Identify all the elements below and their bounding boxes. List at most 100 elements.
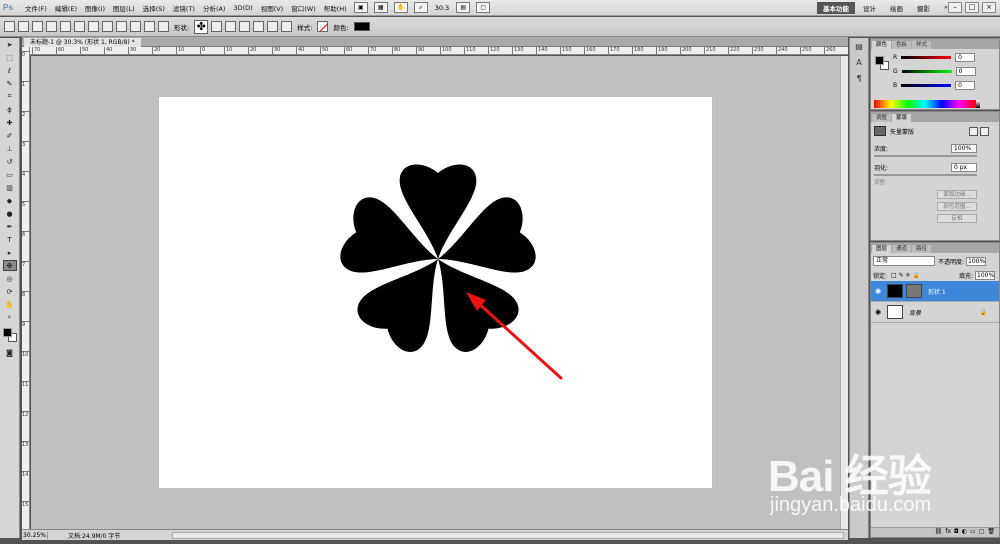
grayscale-ramp[interactable] <box>976 100 980 108</box>
tab-channels[interactable]: 通道 <box>892 245 912 253</box>
history-brush-tool-icon[interactable]: ↺ <box>3 156 17 167</box>
exclude-shape-icon[interactable] <box>267 21 279 32</box>
custom-shape-tool-icon[interactable] <box>158 21 169 32</box>
document-canvas[interactable] <box>159 97 712 488</box>
menu-image[interactable]: 图像(I) <box>81 3 109 13</box>
menu-help[interactable]: 帮助(H) <box>320 3 351 13</box>
bridge-icon[interactable]: ▣ <box>353 2 368 13</box>
link-layer-icon[interactable] <box>281 21 293 32</box>
zoom-level-field[interactable]: 30.3 <box>435 4 449 12</box>
canvas-pasteboard[interactable] <box>31 56 848 529</box>
quick-select-tool-icon[interactable]: ✎ <box>3 78 17 89</box>
document-tab[interactable]: 未标题-1 @ 30.3% (形状 1, RGB/8) * <box>24 38 141 47</box>
pen-tool-icon[interactable]: ✒ <box>3 221 17 232</box>
foreground-color-swatch[interactable] <box>2 328 12 337</box>
color-range-button[interactable]: 颜色范围... <box>937 202 977 211</box>
blue-channel-value[interactable]: 0 <box>955 80 976 90</box>
new-shape-layer-icon[interactable] <box>211 21 223 32</box>
path-selection-tool-icon[interactable]: ▸ <box>3 247 17 258</box>
menu-edit[interactable]: 编辑(E) <box>51 3 81 13</box>
workspace-design[interactable]: 设计 <box>857 2 882 14</box>
eyedropper-tool-icon[interactable]: ϕ <box>3 104 17 115</box>
green-channel-slider[interactable] <box>901 69 952 73</box>
brush-tool-icon[interactable]: ✐ <box>3 130 17 141</box>
opacity-field[interactable]: 100% <box>966 256 987 266</box>
minimize-button[interactable]: – <box>948 2 962 13</box>
density-slider[interactable] <box>874 155 977 157</box>
screen-mode-icon[interactable]: ▢ <box>476 2 491 13</box>
layer-row-shape1[interactable]: ◉ 形状 1 <box>871 281 999 302</box>
type-tool-icon[interactable]: T <box>3 234 17 245</box>
tab-swatches[interactable]: 色板 <box>892 41 912 49</box>
intersect-shape-icon[interactable] <box>253 21 265 32</box>
character-panel-icon[interactable]: A <box>852 58 866 70</box>
dodge-tool-icon[interactable]: ● <box>3 208 17 219</box>
feather-field[interactable]: 0 px <box>951 162 977 172</box>
red-channel-slider[interactable] <box>901 55 952 59</box>
vector-mask-thumbnail[interactable] <box>906 284 922 298</box>
tab-adjustments[interactable]: 调整 <box>872 114 892 122</box>
tool-preset-icon[interactable] <box>4 21 15 32</box>
arrange-documents-icon[interactable]: ▤ <box>456 2 471 13</box>
red-channel-value[interactable]: 0 <box>955 52 976 62</box>
hand-tool-icon[interactable]: ✋ <box>393 2 408 13</box>
workspace-painting[interactable]: 绘画 <box>884 2 909 14</box>
pixel-mask-button[interactable] <box>969 126 978 136</box>
color-spectrum-bar[interactable] <box>874 100 976 108</box>
eraser-tool-icon[interactable]: ▭ <box>3 169 17 180</box>
workspace-essentials[interactable]: 基本功能 <box>817 2 855 14</box>
tab-color[interactable]: 颜色 <box>872 41 892 49</box>
menu-file[interactable]: 文件(F) <box>21 3 51 13</box>
zoom-tool-icon[interactable]: ⌕ <box>3 312 17 323</box>
ruler-horizontal[interactable]: 70 60 50 40 30 20 10 0 10 20 30 40 50 60 70 80 90 100 110 1… <box>30 47 848 55</box>
zoom-tool-icon[interactable]: ⌕ <box>413 2 428 13</box>
color-panel-foreground[interactable] <box>875 56 884 65</box>
menu-filter[interactable]: 滤镜(T) <box>169 3 199 13</box>
feather-slider[interactable] <box>874 174 977 176</box>
lock-icons[interactable]: □ ✎ ✛ 🔒 <box>891 272 920 279</box>
mask-edge-button[interactable]: 蒙版边缘... <box>937 190 977 199</box>
clone-stamp-tool-icon[interactable]: ⊥ <box>3 143 17 154</box>
menu-view[interactable]: 视图(V) <box>257 3 288 13</box>
3d-orbit-tool-icon[interactable]: ⟳ <box>3 286 17 297</box>
freeform-pen-icon[interactable] <box>74 21 85 32</box>
tab-masks[interactable]: 蒙版 <box>892 114 912 122</box>
marquee-tool-icon[interactable]: ⬚ <box>3 52 17 63</box>
blend-mode-select[interactable]: 正常 <box>873 256 935 266</box>
ellipse-tool-icon[interactable] <box>116 21 127 32</box>
shape-color-swatch[interactable] <box>353 22 370 31</box>
blue-channel-slider[interactable] <box>901 83 952 87</box>
menu-3d[interactable]: 3D(D) <box>229 4 256 12</box>
invert-button[interactable]: 反相 <box>937 214 977 223</box>
line-tool-icon[interactable] <box>144 21 155 32</box>
maximize-button[interactable]: □ <box>965 2 979 13</box>
hand-tool-icon[interactable]: ✋ <box>3 299 17 310</box>
ruler-vertical[interactable]: 0 1 2 3 4 5 6 7 8 9 10 11 12 13 14 15 <box>22 47 30 529</box>
eye-icon[interactable]: ◉ <box>873 308 883 316</box>
vector-mask-button[interactable] <box>980 126 989 136</box>
blur-tool-icon[interactable]: ◆ <box>3 195 17 206</box>
clover-shape[interactable] <box>336 164 540 358</box>
green-channel-value[interactable]: 0 <box>955 66 976 76</box>
healing-brush-tool-icon[interactable]: ✚ <box>3 117 17 128</box>
style-none-swatch[interactable] <box>317 21 329 32</box>
zoom-status-field[interactable]: 30.25% <box>22 531 48 539</box>
shape-layers-mode-icon[interactable] <box>18 21 29 32</box>
menu-select[interactable]: 选择(S) <box>139 3 169 13</box>
add-to-shape-icon[interactable] <box>225 21 237 32</box>
tab-layers[interactable]: 图层 <box>872 245 892 253</box>
document-size-status[interactable]: 文档:24.9M/0 字节 <box>68 531 120 540</box>
paths-mode-icon[interactable] <box>32 21 43 32</box>
fill-pixels-mode-icon[interactable] <box>46 21 57 32</box>
crop-tool-icon[interactable]: ⌗ <box>3 91 17 102</box>
layer-row-background[interactable]: ◉ 背景 🔒 <box>871 302 999 323</box>
custom-shape-tool-icon[interactable]: ✤ <box>2 260 17 271</box>
layer-name[interactable]: 背景 <box>909 308 921 317</box>
layer-name[interactable]: 形状 1 <box>928 287 946 296</box>
subtract-shape-icon[interactable] <box>239 21 251 32</box>
horizontal-scrollbar[interactable] <box>172 532 844 539</box>
menu-analysis[interactable]: 分析(A) <box>199 3 230 13</box>
3d-rotate-tool-icon[interactable]: ◎ <box>3 273 17 284</box>
lasso-tool-icon[interactable]: ℓ <box>3 65 17 76</box>
menu-layer[interactable]: 图层(L) <box>109 3 139 13</box>
